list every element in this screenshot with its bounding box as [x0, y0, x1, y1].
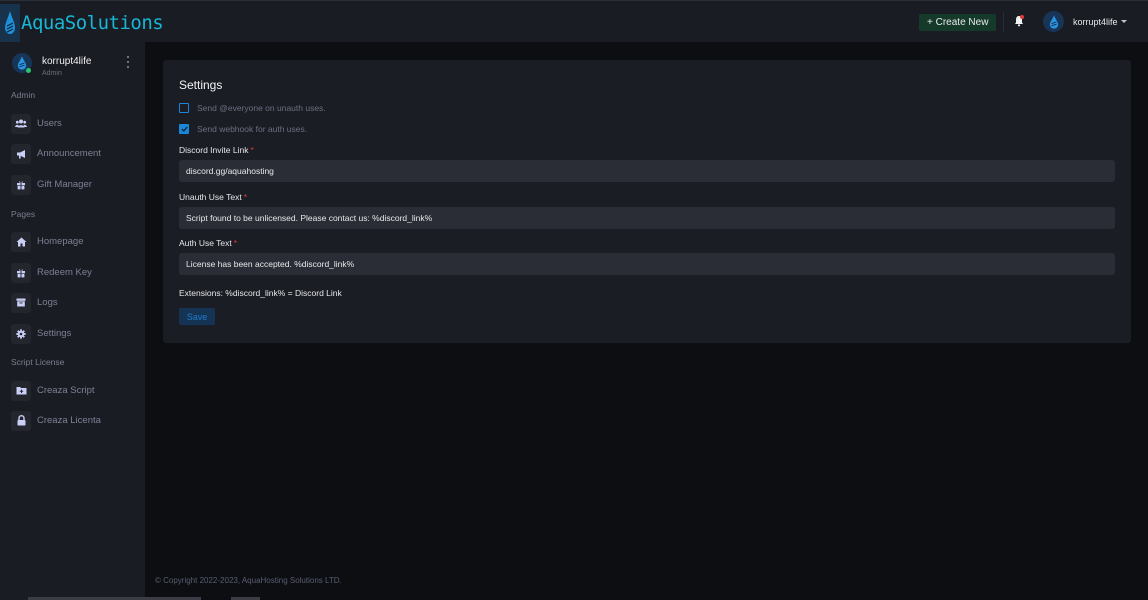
- sidebar-item-logs[interactable]: Logs: [11, 292, 58, 313]
- sidebar-item-label: Homepage: [37, 236, 84, 247]
- more-options-icon[interactable]: [126, 56, 130, 68]
- online-status-dot: [26, 68, 31, 73]
- gift-icon: [11, 262, 31, 283]
- megaphone-icon: [11, 143, 31, 164]
- sidebar-item-settings[interactable]: Settings: [11, 323, 71, 344]
- page-title: Settings: [179, 78, 223, 92]
- sidebar-item-gift-manager[interactable]: Gift Manager: [11, 174, 92, 195]
- home-icon: [11, 231, 31, 252]
- save-button[interactable]: Save: [179, 308, 215, 325]
- sidebar-item-redeem-key[interactable]: Redeem Key: [11, 262, 92, 283]
- sidebar-item-label: Announcement: [37, 148, 101, 159]
- checkbox-label: Send webhook for auth uses.: [197, 124, 308, 134]
- sidebar-item-label: Creaza Licenta: [37, 415, 101, 426]
- sidebar-item-label: Logs: [37, 297, 58, 308]
- footer-copyright: © Copyright 2022-2023, AquaHosting Solut…: [155, 576, 342, 585]
- required-mark: *: [233, 238, 238, 248]
- gear-icon: [11, 323, 31, 344]
- section-title-script-license: Script License: [11, 357, 65, 367]
- sidebar-item-label: Users: [37, 118, 62, 129]
- brand-name: AquaSolutions: [21, 12, 164, 34]
- label-text: Unauth Use Text: [179, 192, 242, 202]
- sidebar-item-label: Settings: [37, 328, 72, 339]
- sidebar-item-label: Gift Manager: [37, 179, 92, 190]
- section-title-pages: Pages: [11, 209, 36, 219]
- archive-icon: [11, 292, 31, 313]
- label-text: Discord Invite Link: [179, 145, 249, 155]
- users-icon: [11, 113, 31, 134]
- profile-name: korrupt4life: [42, 56, 92, 67]
- topbar-divider: [1003, 12, 1004, 32]
- label-text: Auth Use Text: [179, 238, 232, 248]
- settings-card: Settings Send @everyone on unauth uses. …: [163, 60, 1131, 343]
- sidebar-item-label: Creaza Script: [37, 385, 95, 396]
- gift-icon: [11, 174, 31, 195]
- checkbox-label: Send @everyone on unauth uses.: [197, 103, 326, 113]
- sidebar-item-users[interactable]: Users: [11, 113, 62, 134]
- checkmark-icon: [180, 126, 188, 132]
- sidebar-item-creaza-licenta[interactable]: Creaza Licenta: [11, 410, 101, 431]
- user-avatar[interactable]: [1043, 11, 1064, 32]
- auth-text-label: Auth Use Text *: [179, 238, 237, 248]
- everyone-unauth-checkbox[interactable]: [179, 103, 189, 113]
- lock-icon: [11, 410, 31, 431]
- unauth-text-label: Unauth Use Text *: [179, 192, 247, 202]
- sidebar-item-creaza-script[interactable]: Creaza Script: [11, 380, 95, 401]
- profile-role: Admin: [42, 70, 62, 77]
- required-mark: *: [250, 145, 254, 155]
- extensions-note: Extensions: %discord_link% = Discord Lin…: [179, 288, 342, 298]
- required-mark: *: [243, 192, 247, 202]
- notification-badge: [1020, 15, 1024, 19]
- discord-invite-label: Discord Invite Link *: [179, 145, 254, 155]
- folder-plus-icon: [11, 380, 31, 401]
- webhook-auth-checkbox-row[interactable]: Send webhook for auth uses.: [179, 124, 307, 134]
- discord-invite-input[interactable]: [179, 160, 1115, 182]
- webhook-auth-checkbox[interactable]: [179, 124, 189, 134]
- sidebar: korrupt4life Admin Admin Users Announcem…: [0, 42, 145, 600]
- user-menu-name[interactable]: korrupt4life: [1073, 17, 1118, 27]
- create-new-button[interactable]: + Create New: [919, 14, 997, 31]
- brand[interactable]: AquaSolutions: [0, 4, 164, 42]
- chevron-down-icon[interactable]: [1121, 20, 1127, 23]
- unauth-text-input[interactable]: [179, 207, 1115, 229]
- sidebar-item-label: Redeem Key: [37, 267, 92, 278]
- everyone-unauth-checkbox-row[interactable]: Send @everyone on unauth uses.: [179, 103, 326, 113]
- sidebar-item-homepage[interactable]: Homepage: [11, 231, 83, 252]
- top-bar: AquaSolutions + Create New korrupt4life: [0, 0, 1148, 42]
- section-title-admin: Admin: [11, 90, 36, 100]
- auth-text-input[interactable]: [179, 253, 1115, 275]
- brand-logo-icon: [0, 4, 20, 42]
- sidebar-item-announcement[interactable]: Announcement: [11, 143, 101, 164]
